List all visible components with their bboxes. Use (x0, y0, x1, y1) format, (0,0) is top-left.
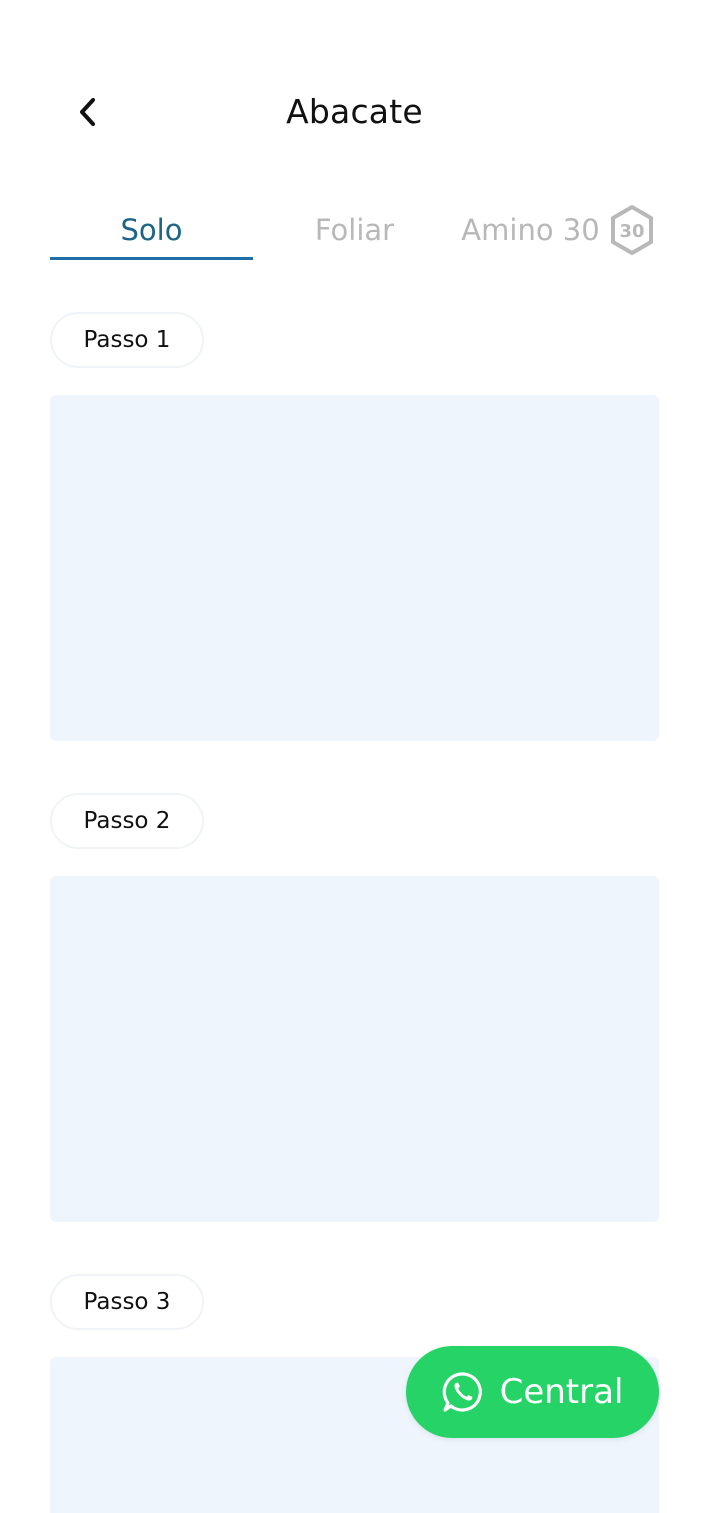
tab-foliar[interactable]: Foliar (253, 200, 456, 260)
whatsapp-icon (442, 1372, 482, 1412)
tab-label: Solo (120, 213, 183, 247)
step-label: Passo 2 (83, 808, 171, 834)
page-title: Abacate (286, 92, 423, 131)
step-label: Passo 3 (83, 1289, 171, 1315)
central-whatsapp-button[interactable]: Central (406, 1346, 659, 1438)
tab-solo[interactable]: Solo (50, 200, 253, 260)
tab-label: Amino 30 (461, 213, 600, 247)
tab-amino-30[interactable]: Amino 30 30 (456, 200, 659, 260)
step-1-media (50, 395, 659, 741)
step-2-media (50, 876, 659, 1222)
amino-badge-text: 30 (619, 221, 644, 242)
tab-bar: Solo Foliar Amino 30 30 (50, 200, 659, 262)
central-button-label: Central (499, 1372, 624, 1412)
amino-30-badge-icon: 30 (610, 205, 653, 255)
step-2-pill: Passo 2 (50, 793, 204, 849)
app-header: Abacate (0, 60, 709, 166)
active-tab-indicator (50, 257, 253, 260)
step-label: Passo 1 (83, 327, 171, 353)
step-1-pill: Passo 1 (50, 312, 204, 368)
step-3-pill: Passo 3 (50, 1274, 204, 1330)
tab-label: Foliar (314, 213, 395, 247)
